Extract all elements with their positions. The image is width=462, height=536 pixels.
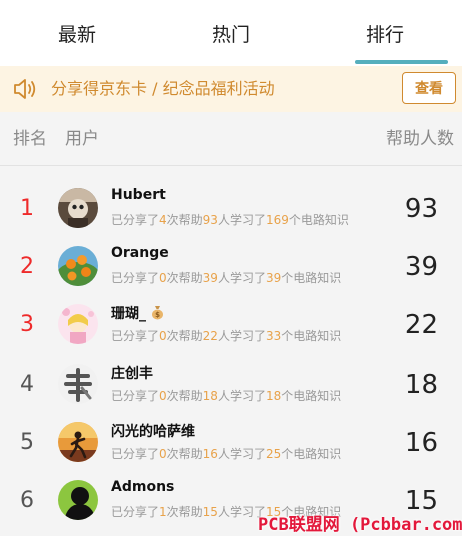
helped-count: 39 (404, 252, 438, 282)
avatar[interactable] (58, 364, 98, 404)
ranking-row[interactable]: 4 庄创丰 已分享了0次帮助18人学习了18个电路知识 18 (0, 356, 462, 414)
ranking-row[interactable]: 1 Hubert 已分享了4次帮助93人学习了169个电路知识 93 (0, 180, 462, 238)
avatar[interactable] (58, 480, 98, 520)
user-name[interactable]: 珊瑚_ $ (111, 303, 164, 323)
column-user-label: 用户 (65, 129, 99, 149)
active-tab-indicator (355, 60, 448, 64)
helped-count: 16 (404, 428, 438, 458)
notice-text[interactable]: 分享得京东卡 / 纪念品福利活动 (51, 66, 275, 112)
user-name[interactable]: 闪光的哈萨维 (111, 421, 195, 441)
user-stats: 已分享了0次帮助39人学习了39个电路知识 (111, 271, 342, 285)
ranking-row[interactable]: 5 闪光的哈萨维 已分享了0次帮助16人学习了25个电路知识 16 (0, 414, 462, 472)
user-name[interactable]: Hubert (111, 187, 166, 203)
rank-number: 6 (20, 488, 34, 513)
user-name[interactable]: Admons (111, 479, 174, 495)
user-name[interactable]: 庄创丰 (111, 363, 153, 383)
user-name[interactable]: Orange (111, 245, 169, 261)
column-rank-label: 排名 (13, 129, 47, 149)
user-stats: 已分享了0次帮助22人学习了33个电路知识 (111, 329, 342, 343)
helped-count: 22 (404, 310, 438, 340)
tab-bar: 最新 热门 排行 (0, 0, 462, 66)
site-watermark: PCB联盟网 (Pcbbar.com) (258, 515, 462, 535)
tab-ranking[interactable]: 排行 (308, 0, 462, 66)
rank-number: 5 (20, 430, 34, 455)
helped-count: 18 (404, 370, 438, 400)
rank-number: 4 (20, 372, 34, 397)
tab-latest[interactable]: 最新 (0, 0, 154, 66)
svg-text:$: $ (155, 311, 160, 319)
column-helped-label: 帮助人数 (386, 129, 454, 149)
rank-number: 1 (20, 196, 34, 221)
money-bag-icon: $ (151, 306, 163, 320)
avatar[interactable] (58, 422, 98, 462)
avatar[interactable] (58, 304, 98, 344)
speaker-icon (14, 79, 36, 99)
notice-bar: 分享得京东卡 / 纪念品福利活动 (0, 66, 462, 112)
ranking-header: 排名 用户 帮助人数 (0, 112, 462, 166)
tab-hot[interactable]: 热门 (154, 0, 308, 66)
avatar[interactable] (58, 246, 98, 286)
rank-number: 2 (20, 254, 34, 279)
helped-count: 93 (404, 194, 438, 224)
view-button[interactable]: 查看 (402, 72, 456, 104)
user-stats: 已分享了0次帮助18人学习了18个电路知识 (111, 389, 342, 403)
ranking-row[interactable]: 3 珊瑚_ $ 已分享了0次帮助22人学习了33个电路知识 22 (0, 296, 462, 354)
avatar[interactable] (58, 188, 98, 228)
user-stats: 已分享了4次帮助93人学习了169个电路知识 (111, 213, 349, 227)
user-stats: 已分享了0次帮助16人学习了25个电路知识 (111, 447, 342, 461)
rank-number: 3 (20, 312, 34, 337)
ranking-row[interactable]: 2 Orange 已分享了0次帮助39人学习了39个电路知识 39 (0, 238, 462, 296)
